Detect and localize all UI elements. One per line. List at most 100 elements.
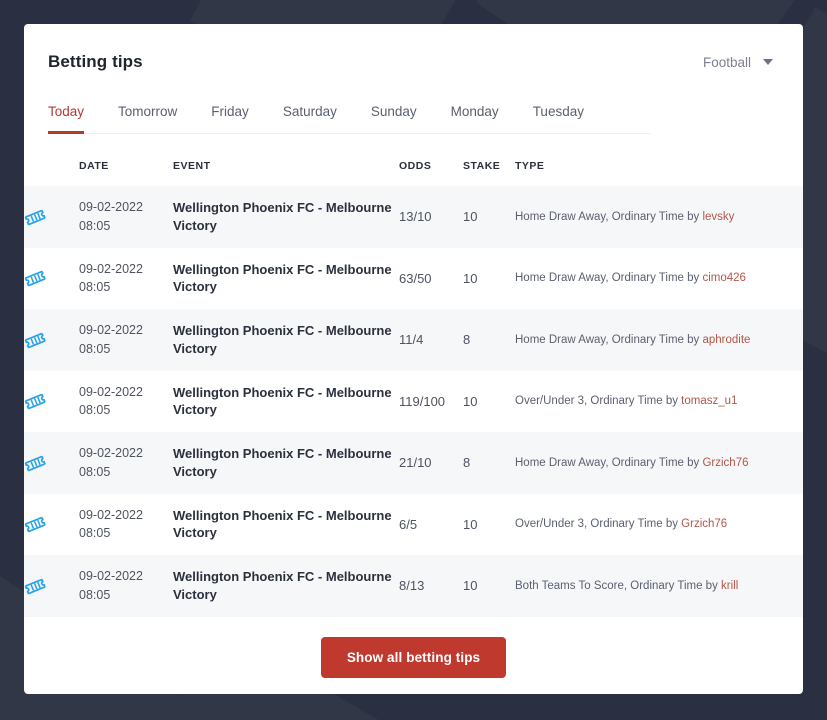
cell-type-author-link[interactable]: levsky [702,211,734,223]
column-header-stake: STAKE [463,160,501,172]
ticket-icon [24,309,79,371]
cell-type: Home Draw Away, Ordinary Time by Grzich7… [515,432,803,494]
cell-stake: 10 [463,393,478,409]
cell-odds: 21/10 [399,455,432,471]
cell-date-day: 09-02-2022 [79,507,143,522]
cell-type: Home Draw Away, Ordinary Time by aphrodi… [515,309,803,371]
column-header-type: TYPE [515,160,545,172]
cell-date-time: 08:05 [79,403,111,418]
ticket-icon [24,248,79,310]
table-header: DATE EVENT ODDS STAKE TYPE [24,146,803,186]
cell-type-text: Home Draw Away, Ordinary Time by [515,210,703,223]
cell-odds: 11/4 [399,332,424,348]
cell-type: Both Teams To Score, Ordinary Time by kr… [515,555,803,617]
tab-tomorrow[interactable]: Tomorrow [118,98,177,134]
cell-odds: 8/13 [399,578,425,594]
ticket-icon [24,494,79,556]
cell-date-day: 09-02-2022 [79,200,143,214]
day-tabs: Today Tomorrow Friday Saturday Sunday Monday T… [48,98,651,134]
ticket-icon [24,432,79,494]
table-row[interactable]: 09-02-2022 08:05 Wellington Phoenix FC - M… [24,555,803,617]
ticket-icon [24,186,79,248]
betting-tips-card: Betting tips Football Today Tomorrow Frida… [24,24,803,694]
cell-date-day: 09-02-2022 [79,323,143,337]
cell-type-text: Over/Under 3, Ordinary Time by [515,518,682,531]
ticket-icon [24,371,79,433]
cell-date: 09-02-2022 08:05 [79,186,173,248]
cell-date-time: 08:05 [79,526,111,541]
cell-type: Over/Under 3, Ordinary Time by Grzich76 [515,494,803,556]
cell-date-day: 09-02-2022 [79,384,143,399]
cell-event[interactable]: Wellington Phoenix FC - Melbourne Victor… [173,371,399,433]
tabs-container: Today Tomorrow Friday Saturday Sunday Monday T… [24,98,803,134]
ticket-icon [24,555,79,617]
tab-tuesday[interactable]: Tuesday [533,98,584,134]
cell-event[interactable]: Wellington Phoenix FC - Melbourne Victor… [173,494,399,556]
cell-type-author-link[interactable]: aphrodite [702,334,750,346]
card-header: Betting tips Football [24,24,803,72]
cell-stake: 8 [463,455,471,471]
cell-type-text: Home Draw Away, Ordinary Time by [515,333,703,346]
cell-type-author-link[interactable]: Grzich76 [702,457,748,469]
cell-date: 09-02-2022 08:05 [79,494,173,556]
cell-date: 09-02-2022 08:05 [79,309,173,371]
cell-date-time: 08:05 [79,464,111,479]
sport-filter-value: Football [702,54,751,70]
cell-date-time: 08:05 [79,218,111,233]
chevron-down-icon [763,59,773,65]
cell-date-time: 08:05 [79,280,111,295]
cell-type: Home Draw Away, Ordinary Time by levsky [515,186,803,248]
cell-type-author-link[interactable]: Grzich76 [681,518,727,530]
cell-type-author-link[interactable]: cimo426 [702,272,745,284]
cell-type-text: Home Draw Away, Ordinary Time by [515,456,703,469]
show-all-betting-tips-button[interactable]: Show all betting tips [320,636,507,678]
table-row[interactable]: 09-02-2022 08:05 Wellington Phoenix FC - M… [24,186,803,248]
cell-date-day: 09-02-2022 [79,261,143,276]
cell-event[interactable]: Wellington Phoenix FC - Melbourne Victor… [173,555,399,617]
cell-event[interactable]: Wellington Phoenix FC - Melbourne Victor… [173,309,399,371]
cell-type-text: Home Draw Away, Ordinary Time by [515,272,703,285]
cell-stake: 10 [463,209,478,225]
cell-type-author-link[interactable]: krill [721,580,738,592]
cell-odds: 119/100 [399,393,446,409]
cell-type-text: Both Teams To Score, Ordinary Time by [515,579,722,592]
table-row[interactable]: 09-02-2022 08:05 Wellington Phoenix FC - M… [24,432,803,494]
table-body: 09-02-2022 08:05 Wellington Phoenix FC - M… [24,186,803,617]
cell-date: 09-02-2022 08:05 [79,555,173,617]
cell-type-text: Over/Under 3, Ordinary Time by [515,395,682,408]
cell-date-day: 09-02-2022 [79,569,143,583]
cell-event[interactable]: Wellington Phoenix FC - Melbourne Victor… [173,432,399,494]
cell-stake: 10 [463,578,478,594]
table-row[interactable]: 09-02-2022 08:05 Wellington Phoenix FC - M… [24,370,803,433]
tab-monday[interactable]: Monday [451,98,499,134]
table-row[interactable]: 09-02-2022 08:05 Wellington Phoenix FC - M… [24,493,803,556]
tab-today[interactable]: Today [48,98,85,134]
cell-date-day: 09-02-2022 [79,446,143,460]
cell-type: Over/Under 3, Ordinary Time by tomasz_u1 [515,371,803,433]
table-row[interactable]: 09-02-2022 08:05 Wellington Phoenix FC - M… [24,247,803,310]
cell-date: 09-02-2022 08:05 [79,248,173,310]
cell-event[interactable]: Wellington Phoenix FC - Melbourne Victor… [173,248,399,310]
cell-stake: 8 [463,332,471,348]
cell-date: 09-02-2022 08:05 [79,432,173,494]
cell-odds: 63/50 [399,270,432,286]
tab-saturday[interactable]: Saturday [283,98,337,134]
table-row[interactable]: 09-02-2022 08:05 Wellington Phoenix FC - M… [24,309,803,371]
column-header-icon [24,146,79,186]
cell-odds: 13/10 [399,209,432,225]
column-header-odds: ODDS [399,160,432,172]
table-header-row: DATE EVENT ODDS STAKE TYPE [24,146,803,186]
column-header-event: EVENT [173,160,211,172]
cell-date-time: 08:05 [79,587,111,602]
cell-type-author-link[interactable]: tomasz_u1 [681,395,737,407]
cell-stake: 10 [463,270,478,286]
tab-friday[interactable]: Friday [211,98,249,134]
betting-tips-table: DATE EVENT ODDS STAKE TYPE 09-02-2022 08:… [24,146,803,617]
cell-event[interactable]: Wellington Phoenix FC - Melbourne Victor… [173,186,399,248]
sport-filter-dropdown[interactable]: Football [703,55,779,70]
card-footer: Show all betting tips [24,617,803,678]
tab-sunday[interactable]: Sunday [371,98,417,134]
page-title: Betting tips [48,52,143,71]
cell-odds: 6/5 [399,516,418,532]
cell-date-time: 08:05 [79,341,111,356]
